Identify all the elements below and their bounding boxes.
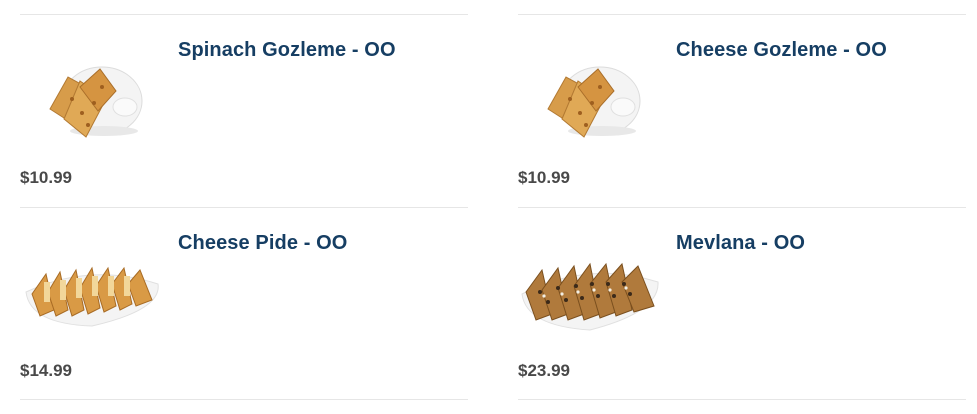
menu-item-name[interactable]: Cheese Gozleme - OO [676, 39, 887, 62]
menu-item-price: $14.99 [20, 361, 72, 380]
pide-plate-image [20, 222, 165, 347]
gozleme-plate-image [518, 29, 663, 154]
menu-grid: Spinach Gozleme - OO $10.99 Cheese Gozle… [0, 0, 977, 414]
menu-item-card[interactable]: Cheese Pide - OO $14.99 [20, 207, 468, 400]
menu-item-name[interactable]: Spinach Gozleme - OO [178, 39, 396, 62]
menu-item-price: $10.99 [518, 168, 570, 187]
menu-item-name[interactable]: Mevlana - OO [676, 232, 805, 255]
mevlana-plate-image [518, 222, 663, 347]
menu-item-card[interactable]: Mevlana - OO $23.99 [518, 207, 966, 400]
gozleme-plate-image [20, 29, 165, 154]
menu-item-price: $23.99 [518, 361, 570, 380]
menu-item-name[interactable]: Cheese Pide - OO [178, 232, 347, 255]
menu-item-card[interactable]: Spinach Gozleme - OO $10.99 [20, 14, 468, 207]
menu-item-card[interactable]: Cheese Gozleme - OO $10.99 [518, 14, 966, 207]
menu-item-price: $10.99 [20, 168, 72, 187]
